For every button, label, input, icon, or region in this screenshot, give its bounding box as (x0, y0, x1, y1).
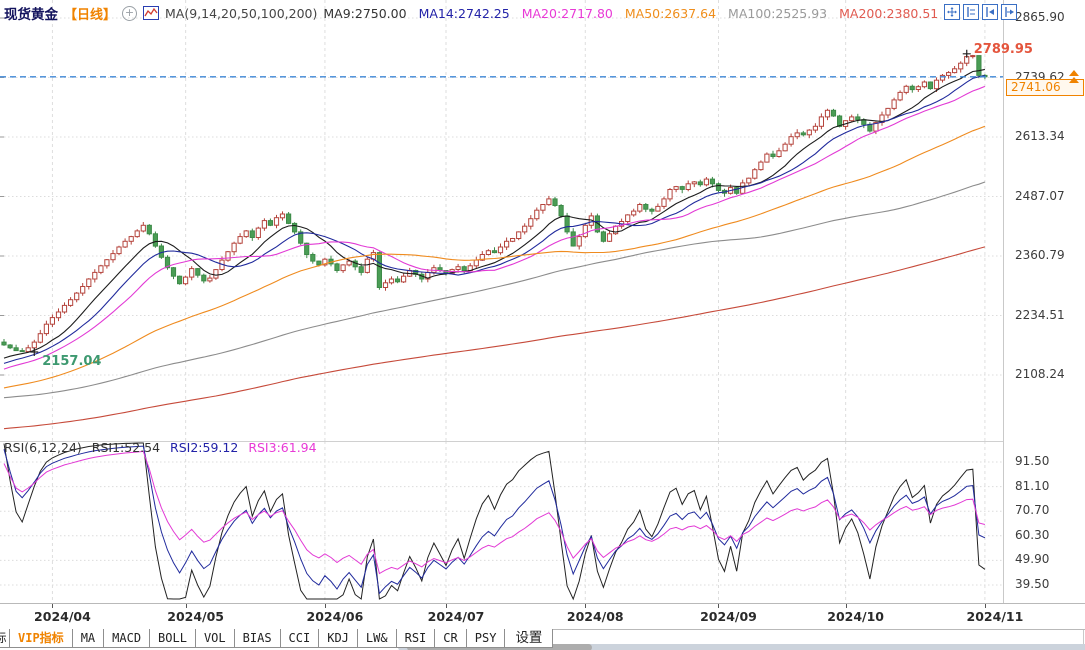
axis-autofit-icon[interactable] (982, 4, 998, 20)
period-label[interactable]: 【日线】 (64, 4, 116, 23)
rsi-axis-label: 81.10 (1015, 478, 1050, 493)
price-axis[interactable]: 2741.06 2865.90 2739.62 2613.34 2487.07 2360… (1003, 0, 1085, 603)
rsi-legend: RSI1:52.54 RSI2:59.12 RSI3:61.94 (92, 440, 317, 455)
indicator-chart-icon[interactable] (143, 6, 160, 20)
indicator-tab-KDJ[interactable]: KDJ (319, 629, 358, 648)
indicator-tab-BOLL[interactable]: BOLL (150, 629, 196, 648)
price-axis-label: 2108.24 (1015, 367, 1065, 381)
rsi-legend-item-2[interactable]: RSI3:61.94 (248, 440, 316, 455)
price-axis-label: 2234.51 (1015, 307, 1065, 322)
price-axis-label: 2613.34 (1015, 129, 1065, 143)
time-axis-tick (324, 604, 326, 608)
indicator-tab-CCI[interactable]: CCI (280, 629, 320, 648)
chart-header: 现货黄金 【日线】 + MA(9,14,20,50,100,200) MA9:2… (4, 3, 938, 23)
low-price-annotation: 2157.04 (42, 354, 102, 369)
ma-legend-item-1[interactable]: MA14:2742.25 (419, 6, 510, 21)
trading-app-window: 现货黄金 【日线】 + MA(9,14,20,50,100,200) MA9:2… (0, 0, 1085, 650)
high-price-annotation: 2789.95 (973, 41, 1033, 57)
time-axis-tick (52, 604, 54, 608)
ma-legend: MA9:2750.00 MA14:2742.25 MA20:2717.80 MA50:… (323, 6, 938, 21)
rsi-config-label[interactable]: RSI(6,12,24) (4, 440, 82, 455)
ma-legend-item-0[interactable]: MA9:2750.00 (323, 6, 406, 21)
indicator-tab-LW&[interactable]: LW& (357, 629, 397, 648)
indicator-tab-partial[interactable]: 标 (0, 629, 10, 648)
ma-legend-item-2[interactable]: MA20:2717.80 (522, 6, 613, 21)
indicator-tab-设置[interactable]: 设置 (505, 629, 554, 648)
time-axis-label: 2024/04 (34, 609, 91, 624)
rsi-legend-item-1[interactable]: RSI2:59.12 (170, 440, 238, 455)
time-axis-tick (185, 604, 187, 608)
ma-legend-item-3[interactable]: MA50:2637.64 (625, 6, 716, 21)
time-axis-label: 2024/06 (306, 609, 364, 624)
rsi-legend-item-0[interactable]: RSI1:52.54 (92, 440, 160, 455)
indicator-tab-CR[interactable]: CR (435, 629, 467, 648)
time-axis-tick (845, 604, 847, 608)
time-axis-label: 2024/11 (966, 609, 1024, 624)
ma-legend-item-4[interactable]: MA100:2525.93 (728, 6, 827, 21)
chart-toolbar (944, 4, 1017, 20)
indicator-tab-RSI[interactable]: RSI (396, 629, 436, 648)
ma-legend-item-5[interactable]: MA200:2380.51 (839, 6, 938, 21)
time-axis-tick (446, 604, 447, 608)
indicator-tab-MACD[interactable]: MACD (104, 629, 151, 648)
rsi-axis-label: 70.70 (1015, 503, 1050, 518)
price-axis-label: 2865.90 (1015, 10, 1065, 24)
rsi-axis-label: 39.50 (1015, 576, 1050, 591)
rsi-axis-label: 60.30 (1015, 527, 1050, 542)
indicator-tab-bar: 标VIP指标MAMACDBOLLVOLBIASCCIKDJLW&RSICRPSY… (0, 629, 554, 648)
rsi-axis-label: 91.50 (1015, 454, 1050, 468)
price-axis-label: 2487.07 (1015, 188, 1065, 203)
crosshair-move-icon[interactable] (944, 4, 960, 20)
time-axis-label: 2024/07 (427, 609, 485, 624)
ma-config-label[interactable]: MA(9,14,20,50,100,200) (165, 6, 317, 21)
time-axis[interactable]: 2024/04 2024/05 2024/06 2024/07 2024/08 2024/… (0, 603, 1085, 630)
main-price-chart[interactable] (0, 0, 1003, 441)
time-axis-label: 2024/08 (566, 609, 624, 624)
indicator-tab-BIAS[interactable]: BIAS (234, 629, 281, 648)
time-axis-tick (984, 604, 986, 608)
time-axis-label: 2024/10 (827, 609, 885, 624)
price-up-arrows-icon (1069, 70, 1079, 83)
pan-right-icon[interactable] (1001, 4, 1017, 20)
time-axis-tick (718, 604, 720, 608)
time-axis-tick (585, 604, 587, 608)
rsi-header: RSI(6,12,24) RSI1:52.54 RSI2:59.12 RSI3:61… (4, 440, 317, 455)
axis-scale-icon[interactable] (963, 4, 979, 20)
indicator-tab-PSY[interactable]: PSY (466, 629, 506, 648)
time-axis-label: 2024/05 (167, 609, 225, 624)
indicator-tab-VIP指标[interactable]: VIP指标 (10, 629, 73, 648)
rsi-subchart[interactable] (0, 441, 1003, 603)
rsi-axis-label: 49.90 (1015, 552, 1050, 567)
zoom-plus-icon[interactable]: + (122, 5, 138, 21)
symbol-name[interactable]: 现货黄金 (4, 3, 58, 23)
time-axis-label: 2024/09 (700, 609, 757, 624)
indicator-tab-VOL[interactable]: VOL (195, 629, 235, 648)
price-axis-label: 2360.79 (1015, 248, 1065, 262)
indicator-tab-MA[interactable]: MA (72, 629, 105, 648)
